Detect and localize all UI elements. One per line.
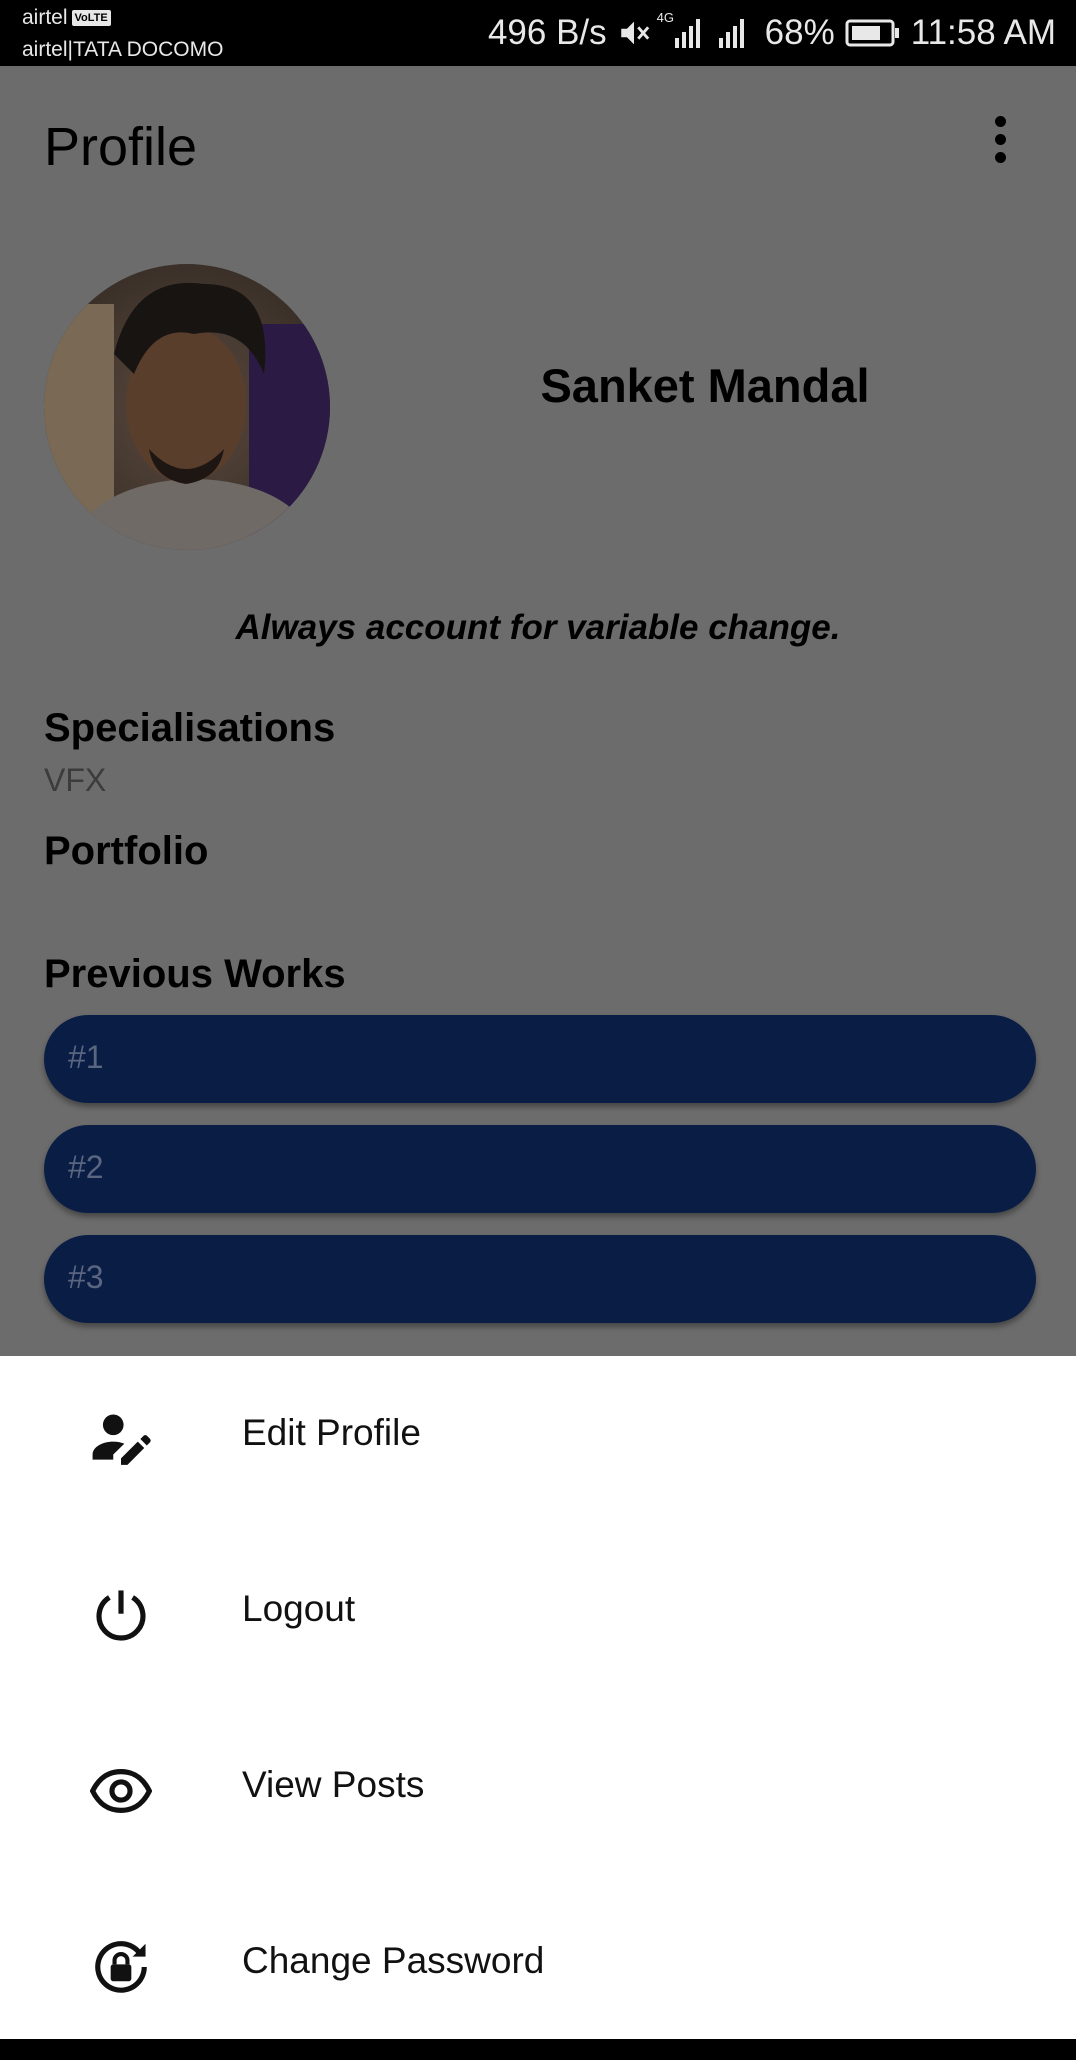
power-icon bbox=[90, 1584, 152, 1646]
portfolio-heading: Portfolio bbox=[44, 829, 209, 873]
battery-icon bbox=[845, 18, 901, 48]
profile-name: Sanket Mandal bbox=[540, 359, 870, 412]
signal-icon bbox=[715, 16, 755, 50]
network-type: 4G bbox=[656, 10, 674, 25]
status-indicators: 496 B/s 4G 68% 11:58 AM bbox=[488, 10, 1056, 56]
carrier-primary-label: airtel bbox=[22, 6, 68, 29]
sheet-item-label: Change Password bbox=[242, 1940, 545, 1981]
profile-screen: Profile Sanket Mandal Always account for… bbox=[0, 66, 1076, 1356]
mute-icon bbox=[617, 16, 651, 50]
previous-work-label: #2 bbox=[68, 1149, 104, 1185]
volte-badge: VoLTE bbox=[71, 10, 111, 26]
status-bar: airtel VoLTE airtel|TATA DOCOMO 496 B/s … bbox=[0, 0, 1076, 66]
sheet-item-label: Logout bbox=[242, 1588, 356, 1629]
eye-icon bbox=[89, 1760, 153, 1822]
page-title: Profile bbox=[44, 117, 198, 177]
sheet-item-label: View Posts bbox=[242, 1764, 425, 1805]
previous-works-heading: Previous Works bbox=[44, 952, 346, 996]
more-vert-icon[interactable] bbox=[985, 116, 1015, 176]
specialisations-heading: Specialisations bbox=[44, 706, 336, 750]
avatar bbox=[44, 264, 330, 550]
previous-work-item[interactable]: #1 bbox=[44, 1015, 1036, 1103]
previous-work-label: #3 bbox=[68, 1259, 104, 1295]
clock: 11:58 AM bbox=[910, 13, 1056, 52]
carrier-secondary: airtel|TATA DOCOMO bbox=[22, 38, 224, 61]
battery-percent: 68% bbox=[764, 13, 835, 52]
sheet-item-label: Edit Profile bbox=[242, 1412, 421, 1453]
previous-work-label: #1 bbox=[68, 1039, 104, 1075]
specialisations-value: VFX bbox=[44, 762, 107, 798]
profile-bio: Always account for variable change. bbox=[235, 608, 841, 647]
network-speed: 496 B/s bbox=[487, 13, 607, 52]
sheet-item-view-posts[interactable]: View Posts bbox=[0, 1708, 1076, 1884]
options-bottom-sheet: Edit Profile Logout View Posts Change Pa… bbox=[0, 1356, 1076, 2039]
previous-work-item[interactable]: #2 bbox=[44, 1125, 1036, 1213]
signal-icon-4g: 4G bbox=[657, 10, 705, 50]
lock-reset-icon bbox=[90, 1936, 152, 1998]
sheet-item-logout[interactable]: Logout bbox=[0, 1532, 1076, 1708]
sheet-item-change-password[interactable]: Change Password bbox=[0, 1884, 1076, 2060]
previous-work-item[interactable]: #3 bbox=[44, 1235, 1036, 1323]
edit-person-icon bbox=[90, 1408, 152, 1470]
carrier-primary: airtel VoLTE bbox=[22, 6, 111, 30]
sheet-item-edit-profile[interactable]: Edit Profile bbox=[0, 1356, 1076, 1532]
